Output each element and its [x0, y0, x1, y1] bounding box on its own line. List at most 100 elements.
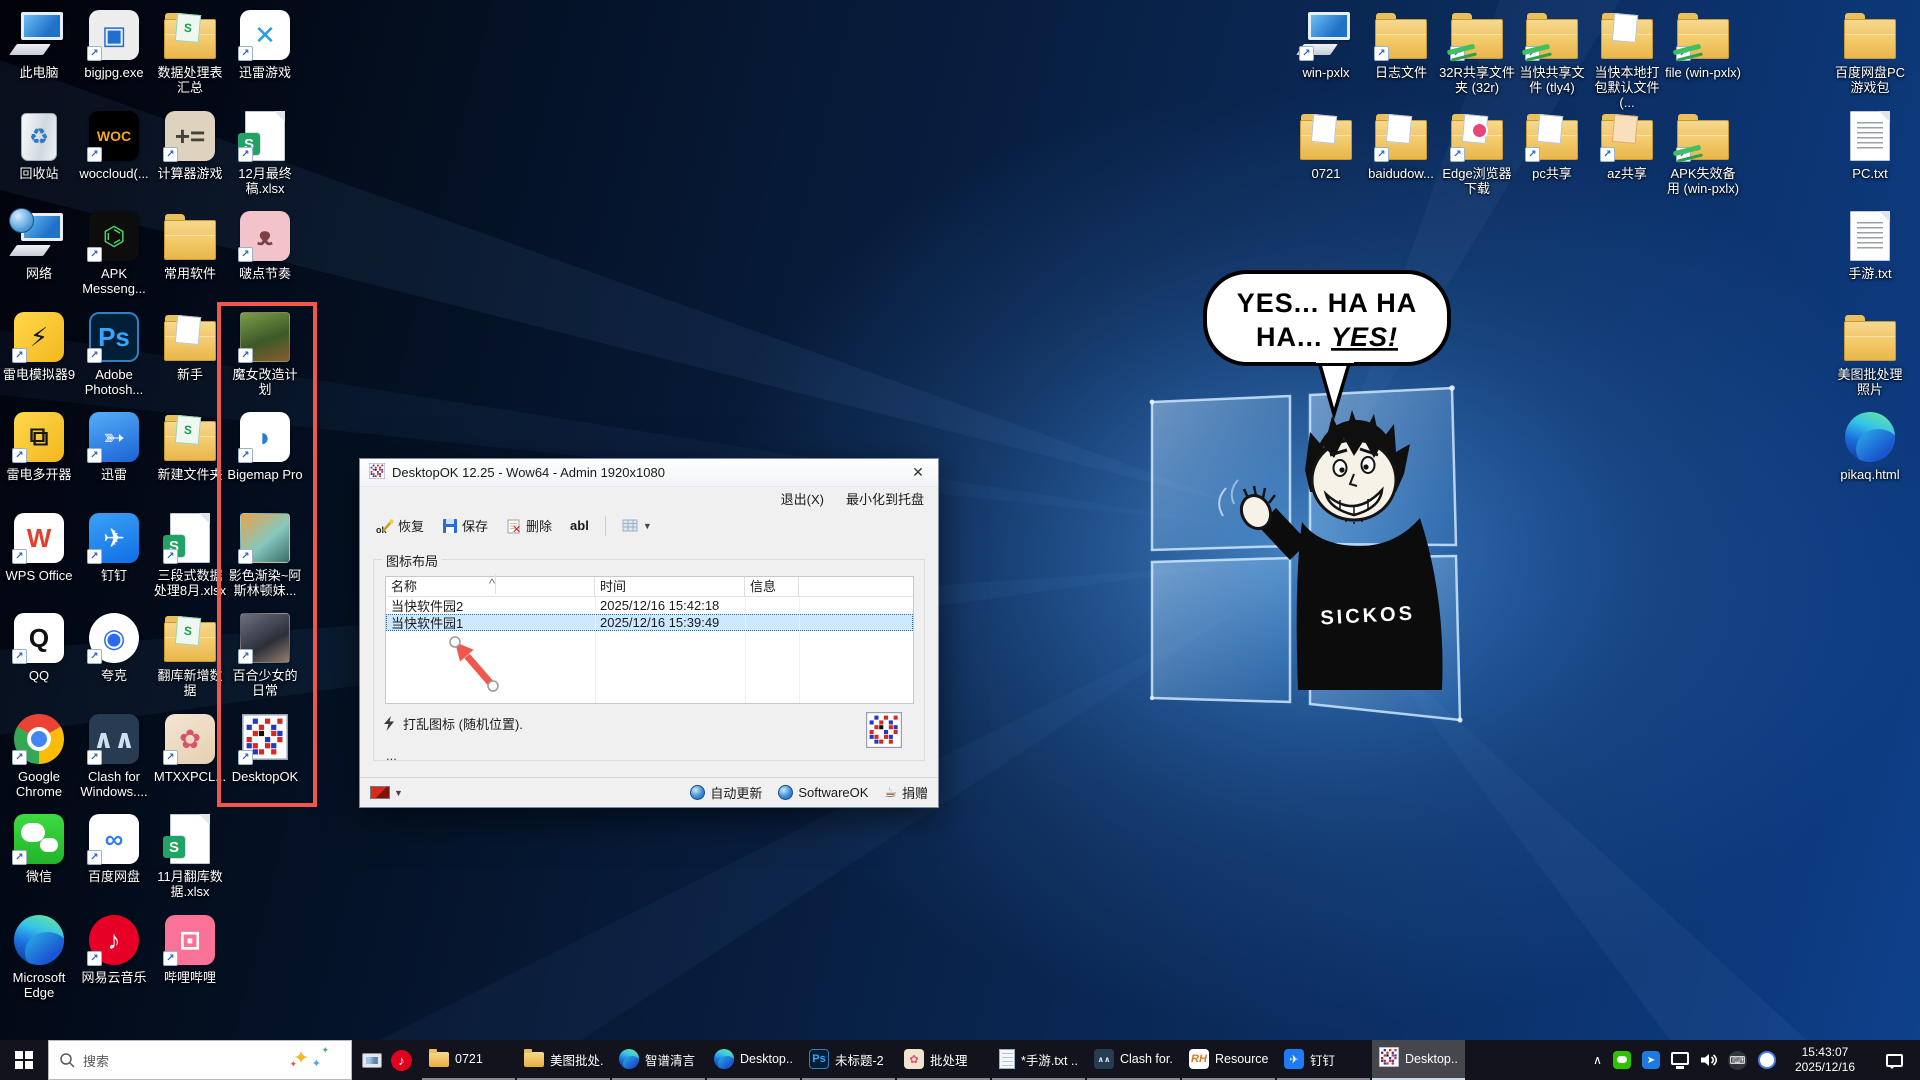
xunlei-tray-icon[interactable]: ➤ [1642, 1051, 1660, 1069]
taskbar-clock[interactable]: 15:43:07 2025/12/16 [1787, 1045, 1863, 1075]
desktop-icon[interactable]: Microsoft Edge [1, 913, 77, 1000]
desktop-icon[interactable]: S11月翻库数据.xlsx [152, 812, 228, 899]
wechat-tray-icon[interactable] [1613, 1051, 1631, 1069]
desktop-icon[interactable]: ↗日志文件 [1363, 8, 1439, 80]
desktop-icon[interactable]: W↗WPS Office [1, 511, 77, 583]
folder-icon [1526, 19, 1578, 59]
save-button[interactable]: 保存 [434, 512, 496, 539]
column-header-info[interactable]: 信息 [745, 577, 799, 596]
auto-update-link[interactable]: 自动更新 [690, 783, 762, 802]
layout-list[interactable]: ^ 名称 时间 信息 当快软件园2 2025/12/16 15:42:18 当快… [385, 576, 914, 704]
shortcut-arrow-badge: ↗ [87, 750, 102, 765]
shortcut-arrow-badge: ↗ [1374, 147, 1389, 162]
desktop-icon[interactable]: 常用软件 [152, 209, 228, 281]
taskbar-button-label: 智谱清言 ... [645, 1050, 698, 1069]
ifly-tray-icon[interactable] [1758, 1051, 1776, 1069]
desktop-icon[interactable]: ∧∧↗Clash for Windows.... [76, 712, 152, 799]
column-header-time[interactable]: 时间 [595, 577, 745, 596]
desktop-icon[interactable]: ∞↗百度网盘 [76, 812, 152, 884]
netease-music-icon[interactable]: ♪ [391, 1050, 412, 1071]
desktop-icon[interactable]: ↗微信 [1, 812, 77, 884]
desktop-icon[interactable]: ↗baidudow... [1363, 109, 1439, 181]
shortcut-arrow-badge: ↗ [163, 147, 178, 162]
taskbar-button[interactable]: 智谱清言 ... [612, 1040, 705, 1080]
start-button[interactable] [0, 1040, 48, 1080]
taskbar-button[interactable]: ∧∧Clash for... [1087, 1040, 1180, 1080]
desktop-icon[interactable]: +=↗计算器游戏 [152, 109, 228, 181]
desktop-icon[interactable]: Q↗QQ [1, 611, 77, 683]
desktop-icon[interactable]: ▣↗bigjpg.exe [76, 8, 152, 80]
tray-expand-chevron-icon[interactable]: ∧ [1593, 1053, 1602, 1067]
action-center-button[interactable] [1874, 1054, 1914, 1067]
taskbar-button[interactable]: Desktop... [1372, 1040, 1465, 1080]
desktop-icon[interactable]: 此电脑 [1, 8, 77, 80]
taskbar-button[interactable]: 0721 [422, 1040, 515, 1080]
desktop-icon[interactable]: WOC↗woccloud(... [76, 109, 152, 181]
desktop-icon[interactable]: 百度网盘PC游戏包 [1832, 8, 1908, 95]
desktop-icon[interactable]: 手游.txt [1832, 209, 1908, 281]
rename-button[interactable]: abl [562, 514, 597, 537]
desktop-icon[interactable]: ⧉↗雷电多开器 [1, 410, 77, 482]
taskbar-button[interactable]: *手游.txt ... [992, 1040, 1085, 1080]
desktop-icon[interactable]: ♻回收站 [1, 109, 77, 181]
restore-button[interactable]: ok 恢复 [368, 512, 432, 539]
desktop-icon[interactable]: ↗win-pxlx [1288, 8, 1364, 80]
desktop-icon[interactable]: ᴥ↗啵点节奏 [227, 209, 303, 281]
delete-label: 删除 [526, 516, 552, 535]
taskbar-button[interactable]: ✿批处理 [897, 1040, 990, 1080]
desktop-icon[interactable]: ◉↗夸克 [76, 611, 152, 683]
folder-icon [429, 1052, 449, 1067]
icon-label: file (win-pxlx) [1665, 65, 1741, 80]
desktop-icon[interactable]: ⚡↗雷电模拟器9 [1, 310, 77, 382]
desktop-icon[interactable]: 0721 [1288, 109, 1364, 181]
desktop-icon[interactable]: ↗APK失效备用 (win-pxlx) [1665, 109, 1741, 196]
desktop-icon[interactable]: ♪↗网易云音乐 [76, 913, 152, 985]
window-titlebar[interactable]: DesktopOK 12.25 - Wow64 - Admin 1920x108… [360, 459, 938, 487]
close-icon[interactable]: ✕ [907, 464, 929, 481]
desktop-icon[interactable]: S数据处理表汇总 [152, 8, 228, 95]
taskbar-button[interactable]: Ps未标题-2 ... [802, 1040, 895, 1080]
desktop-icon[interactable]: 美图批处理照片 [1832, 310, 1908, 397]
donate-link[interactable]: ☕ 捐赠 [884, 783, 928, 802]
desktop-icon[interactable]: ↗当快共享文件 (tly4) [1514, 8, 1590, 95]
taskbar-button-label: Clash for... [1120, 1052, 1173, 1066]
desktop-icon[interactable]: 网络 [1, 209, 77, 281]
shuffle-icons-option[interactable]: 打乱图标 (随机位置). [384, 714, 523, 733]
icon-label: 数据处理表汇总 [152, 65, 228, 95]
desktop-icon[interactable]: ⊡↗哔哩哔哩 [152, 913, 228, 985]
volume-tray-icon[interactable] [1700, 1052, 1717, 1068]
softwareok-link[interactable]: SoftwareOK [778, 785, 868, 800]
search-input[interactable]: 搜索 ✦ ✦ ✦ ✦ [48, 1040, 352, 1080]
taskbar-button[interactable]: ✈钉钉 [1277, 1040, 1370, 1080]
desktop-icon[interactable]: ⌬↗APK Messeng... [76, 209, 152, 296]
delete-button[interactable]: ✕ 删除 [498, 512, 560, 539]
performance-monitor-icon[interactable] [362, 1053, 382, 1068]
table-row[interactable]: 当快软件园2 2025/12/16 15:42:18 [386, 597, 913, 614]
desktop-icon[interactable]: Ps↗Adobe Photosh... [76, 310, 152, 397]
desktop-icon[interactable]: ↗az共享 [1589, 109, 1665, 181]
view-dropdown-button[interactable]: ▼ [614, 514, 660, 537]
desktop-icon[interactable]: 当快本地打包默认文件(... [1589, 8, 1665, 110]
desktop-icon[interactable]: ↗Google Chrome [1, 712, 77, 799]
desktop-icon[interactable]: PC.txt [1832, 109, 1908, 181]
table-row-selected[interactable]: 当快软件园1 2025/12/16 15:39:49 [386, 614, 913, 631]
desktop-icon[interactable]: S↗12月最终稿.xlsx [227, 109, 303, 196]
desktop-icon[interactable]: ↗file (win-pxlx) [1665, 8, 1741, 80]
desktop-icon[interactable]: ↗32R共享文件夹 (32r) [1439, 8, 1515, 95]
desktop-icon[interactable]: pikaq.html [1832, 410, 1908, 482]
desktop-icon[interactable]: ✕↗迅雷游戏 [227, 8, 303, 80]
desktop-icon[interactable]: ✈↗钉钉 [76, 511, 152, 583]
menu-minimize-to-tray[interactable]: 最小化到托盘 [846, 489, 924, 508]
desktop-icon[interactable]: ↗pc共享 [1514, 109, 1590, 181]
taskbar-button[interactable]: Desktop... [707, 1040, 800, 1080]
language-flag-dropdown[interactable]: ▼ [370, 786, 403, 799]
menu-exit[interactable]: 退出(X) [781, 489, 824, 508]
input-method-tray-icon[interactable]: ⌨ [1728, 1051, 1747, 1070]
network-tray-icon[interactable] [1671, 1052, 1689, 1065]
taskbar-button[interactable]: 美图批处... [517, 1040, 610, 1080]
taskbar-button[interactable]: RHResource... [1182, 1040, 1275, 1080]
taskbar-button-label: Resource... [1215, 1052, 1268, 1066]
auto-update-label: 自动更新 [710, 783, 762, 802]
desktop-icon[interactable]: ↗Edge浏览器下载 [1439, 109, 1515, 196]
desktop-icon[interactable]: ➳↗迅雷 [76, 410, 152, 482]
